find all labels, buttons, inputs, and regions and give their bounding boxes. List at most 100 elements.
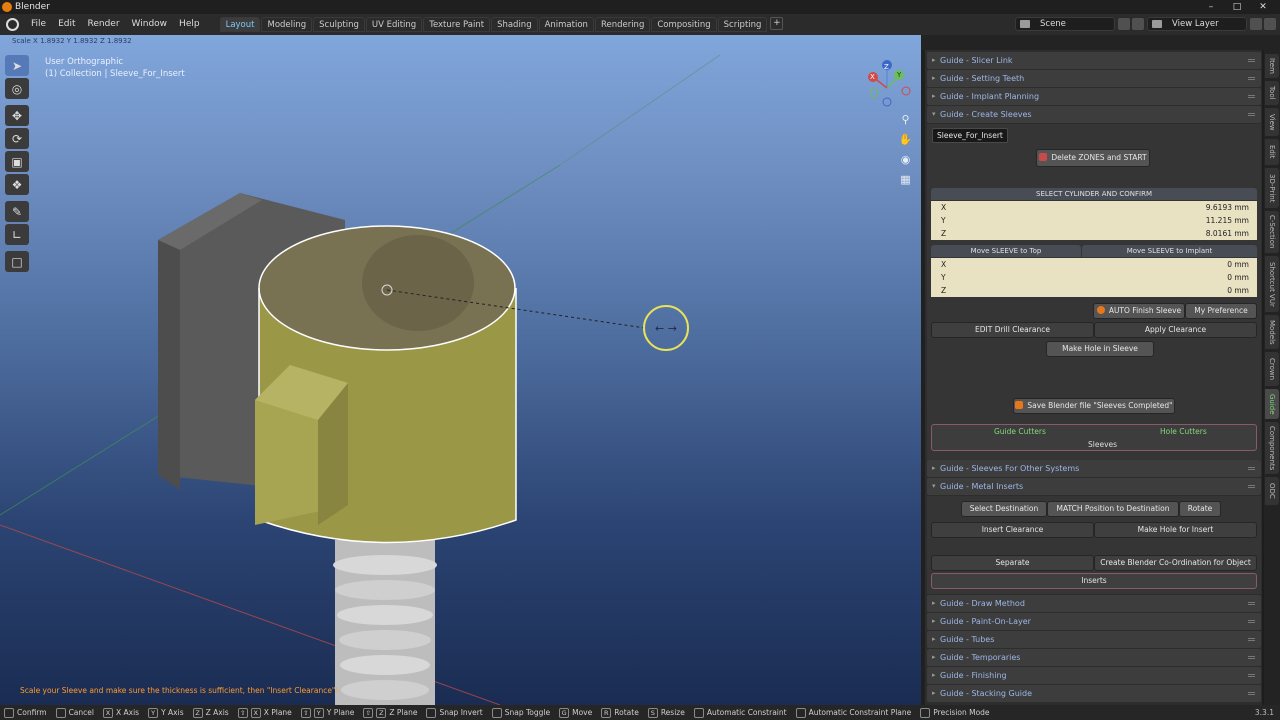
tool-shelf: ➤ ◎ ✥ ⟳ ▣ ❖ ✎ ∟ □ — [5, 55, 33, 274]
section-create-sleeves[interactable]: ▾ Guide - Create Sleeves — [927, 106, 1261, 123]
minimize-icon[interactable]: – — [1198, 0, 1224, 14]
delete-view-layer-button[interactable] — [1264, 18, 1276, 30]
tab-compositing[interactable]: Compositing — [651, 17, 717, 32]
create-coordination-button[interactable]: Create Blender Co-Ordination for Object — [1094, 555, 1257, 571]
move-implant-button[interactable]: Move SLEEVE to Implant — [1082, 245, 1257, 257]
view-layer-selector[interactable]: View Layer — [1147, 17, 1247, 31]
my-preference-button[interactable]: My Preference — [1185, 303, 1257, 319]
mouse-middle-icon — [795, 707, 806, 718]
sleeves-label[interactable]: Sleeves — [1088, 440, 1117, 449]
guide-cutters-label[interactable]: Guide Cutters — [994, 427, 1046, 436]
rotate-button[interactable]: Rotate — [1179, 501, 1221, 517]
side-tab-item[interactable]: Item — [1265, 54, 1279, 78]
location-x-field[interactable]: X 9.6193 mm — [931, 201, 1257, 214]
move-tool-icon[interactable]: ✥ — [5, 105, 29, 126]
make-hole-sleeve-button[interactable]: Make Hole in Sleeve — [1046, 341, 1154, 357]
menu-file[interactable]: File — [25, 14, 52, 35]
side-tab-components[interactable]: Components — [1265, 422, 1279, 474]
camera-icon[interactable]: ◉ — [896, 151, 915, 168]
gizmo-x-label: X — [870, 73, 875, 81]
section-setting-teeth[interactable]: ▸ Guide - Setting Teeth — [927, 70, 1261, 87]
tab-animation[interactable]: Animation — [538, 17, 594, 32]
transform-tool-icon[interactable]: ❖ — [5, 174, 29, 195]
scene-selector[interactable]: Scene — [1015, 17, 1115, 31]
side-tab-3d-print[interactable]: 3D-Print — [1265, 168, 1279, 208]
new-view-layer-button[interactable] — [1250, 18, 1262, 30]
scene-icon — [1020, 20, 1030, 28]
side-tab-tool[interactable]: Tool — [1265, 81, 1279, 105]
section-tubes[interactable]: ▸ Guide - Tubes — [927, 631, 1261, 648]
section-implant-planning[interactable]: ▸ Guide - Implant Planning — [927, 88, 1261, 105]
section-temporaries[interactable]: ▸ Guide - Temporaries — [927, 649, 1261, 666]
separate-button[interactable]: Separate — [931, 555, 1094, 571]
inserts-collection[interactable]: Inserts — [931, 573, 1257, 589]
side-tab-shortcut-vur[interactable]: Shortcut VUr — [1265, 256, 1279, 312]
side-tab-models[interactable]: Models — [1265, 315, 1279, 349]
offset-y-field[interactable]: Y0 mm — [931, 271, 1257, 284]
menu-edit[interactable]: Edit — [52, 14, 81, 35]
tab-shading[interactable]: Shading — [491, 17, 538, 32]
section-slicer-link[interactable]: ▸ Guide - Slicer Link — [927, 52, 1261, 69]
object-tooltip: Sleeve_For_Insert — [932, 128, 1008, 143]
section-stacking-guide[interactable]: ▸ Guide - Stacking Guide — [927, 685, 1261, 702]
3d-viewport[interactable]: Scale X 1.8932 Y 1.8932 Z 1.8932 ← → Z Y… — [0, 35, 921, 705]
blender-menu-icon[interactable] — [6, 18, 19, 31]
tab-sculpting[interactable]: Sculpting — [313, 17, 365, 32]
add-workspace-button[interactable]: + — [770, 17, 784, 30]
hole-cutters-label[interactable]: Hole Cutters — [1160, 427, 1207, 436]
save-sleeves-button[interactable]: Save Blender file "Sleeves Completed" — [1013, 398, 1175, 414]
perspective-grid-icon[interactable]: ▦ — [896, 171, 915, 188]
annotate-tool-icon[interactable]: ✎ — [5, 201, 29, 222]
tab-texture-paint[interactable]: Texture Paint — [423, 17, 491, 32]
section-paint-on-layer[interactable]: ▸ Guide - Paint-On-Layer — [927, 613, 1261, 630]
delete-zones-button[interactable]: Delete ZONES and START — [1036, 149, 1150, 167]
collection-name: (1) Collection | Sleeve_For_Insert — [45, 69, 185, 79]
add-cube-tool-icon[interactable]: □ — [5, 251, 29, 272]
tab-rendering[interactable]: Rendering — [594, 17, 651, 32]
tab-uv-editing[interactable]: UV Editing — [365, 17, 423, 32]
section-finishing[interactable]: ▸ Guide - Finishing — [927, 667, 1261, 684]
top-bar: File Edit Render Window Help Layout Mode… — [0, 14, 1280, 35]
side-tab-view[interactable]: View — [1265, 108, 1279, 136]
select-cylinder-header[interactable]: SELECT CYLINDER AND CONFIRM — [931, 188, 1257, 200]
status-auto-constraint: Automatic Constraint — [693, 707, 787, 718]
side-tab-c-section[interactable]: C-Section — [1265, 211, 1279, 253]
delete-scene-button[interactable] — [1132, 18, 1144, 30]
menu-help[interactable]: Help — [173, 14, 206, 35]
offset-z-field[interactable]: Z0 mm — [931, 284, 1257, 297]
select-destination-button[interactable]: Select Destination — [961, 501, 1047, 517]
section-draw-method[interactable]: ▸ Guide - Draw Method — [927, 595, 1261, 612]
location-z-field[interactable]: Z 8.0161 mm — [931, 227, 1257, 240]
maximize-icon[interactable]: □ — [1224, 0, 1250, 14]
tab-modeling[interactable]: Modeling — [261, 17, 313, 32]
apply-clearance-button[interactable]: Apply Clearance — [1094, 322, 1257, 338]
rotate-tool-icon[interactable]: ⟳ — [5, 128, 29, 149]
menu-render[interactable]: Render — [82, 14, 126, 35]
side-tab-crown[interactable]: Crown — [1265, 352, 1279, 386]
side-tab-edit[interactable]: Edit — [1265, 139, 1279, 165]
new-scene-button[interactable] — [1118, 18, 1130, 30]
insert-clearance-button[interactable]: Insert Clearance — [931, 522, 1094, 538]
zoom-icon[interactable]: ⚲ — [896, 111, 915, 128]
tab-layout[interactable]: Layout — [219, 17, 261, 32]
cursor-tool-icon[interactable]: ◎ — [5, 78, 29, 99]
location-y-field[interactable]: Y 11.215 mm — [931, 214, 1257, 227]
scale-tool-icon[interactable]: ▣ — [5, 151, 29, 172]
measure-tool-icon[interactable]: ∟ — [5, 224, 29, 245]
side-tab-guide[interactable]: Guide — [1265, 389, 1279, 419]
pan-hand-icon[interactable]: ✋ — [896, 131, 915, 148]
view-layer-name: View Layer — [1172, 19, 1219, 29]
make-hole-insert-button[interactable]: Make Hole for Insert — [1094, 522, 1257, 538]
side-tab-odc[interactable]: ODC — [1265, 477, 1279, 505]
tab-scripting[interactable]: Scripting — [717, 17, 768, 32]
section-sleeves-other[interactable]: ▸ Guide - Sleeves For Other Systems — [927, 460, 1261, 477]
menu-window[interactable]: Window — [126, 14, 174, 35]
move-top-button[interactable]: Move SLEEVE to Top — [931, 245, 1081, 257]
offset-x-field[interactable]: X0 mm — [931, 258, 1257, 271]
close-icon[interactable]: ✕ — [1250, 0, 1276, 14]
select-tool-icon[interactable]: ➤ — [5, 55, 29, 76]
auto-finish-button[interactable]: AUTO Finish Sleeve — [1093, 303, 1185, 319]
match-position-button[interactable]: MATCH Position to Destination — [1047, 501, 1179, 517]
edit-drill-clearance-button[interactable]: EDIT Drill Clearance — [931, 322, 1094, 338]
section-metal-inserts[interactable]: ▾ Guide - Metal Inserts — [927, 478, 1261, 495]
